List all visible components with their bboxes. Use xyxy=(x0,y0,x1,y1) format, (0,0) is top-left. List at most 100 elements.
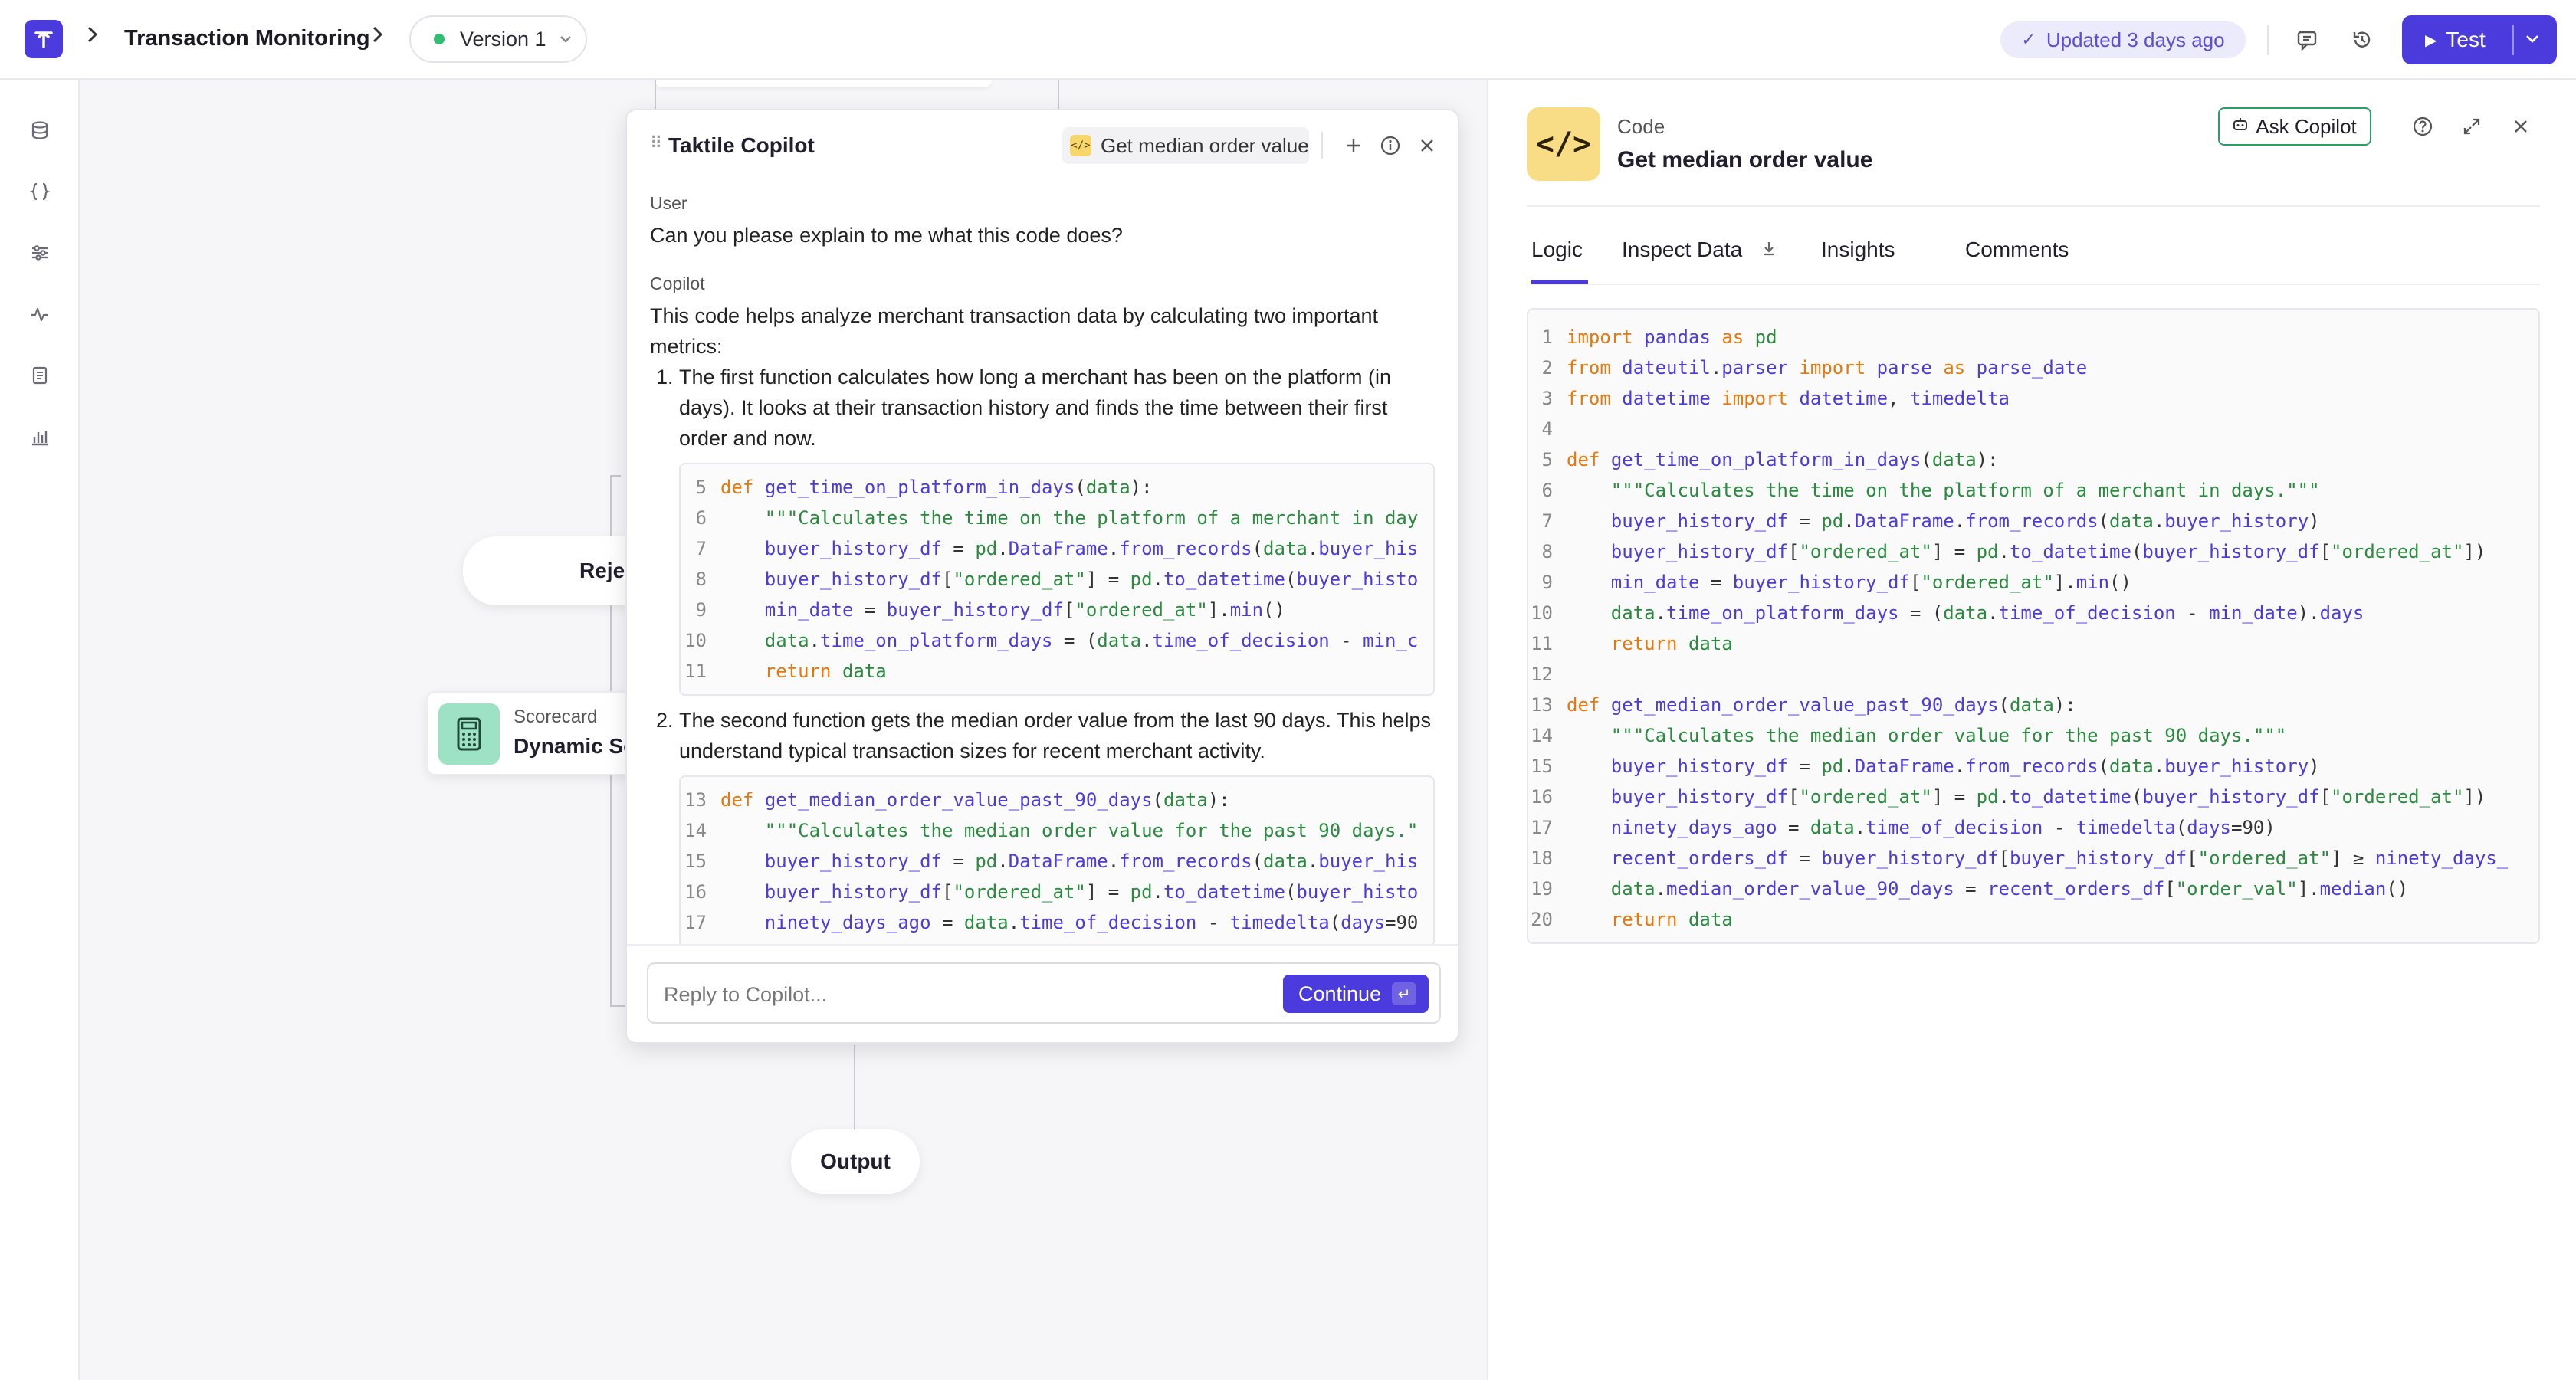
line-number: 7 xyxy=(695,538,707,559)
panel-tabs: Logic Inspect Data Insights Comments xyxy=(1527,230,2540,285)
code-line: 17 ninety_days_ago = data.time_of_decisi… xyxy=(681,907,1433,938)
expand-icon[interactable] xyxy=(2459,113,2485,139)
code-line: 9 min_date = buyer_history_df["ordered_a… xyxy=(681,595,1433,625)
tab-logic[interactable]: Logic xyxy=(1531,238,1588,284)
line-number: 11 xyxy=(1531,633,1553,654)
updated-label: Updated 3 days ago xyxy=(2046,28,2225,51)
code-line: 12 xyxy=(1528,659,2538,690)
reply-box: Continue ↵ xyxy=(647,962,1441,1024)
line-number: 14 xyxy=(684,820,707,841)
code-text: buyer_history_df["ordered_at"] = pd.to_d… xyxy=(1610,541,2486,562)
line-number: 20 xyxy=(1531,909,1553,930)
line-number: 14 xyxy=(1531,725,1553,746)
code-editor[interactable]: 1 import pandas as pd 2 from dateutil.parse… xyxy=(1527,308,2540,944)
history-icon[interactable] xyxy=(2348,26,2376,54)
edge xyxy=(610,475,621,477)
activity-icon[interactable] xyxy=(28,302,52,326)
chevron-down-icon[interactable] xyxy=(2525,29,2540,49)
play-icon: ▶ xyxy=(2425,31,2437,49)
sliders-icon[interactable] xyxy=(28,241,52,265)
copilot-conversation[interactable]: User Can you please explain to me what t… xyxy=(627,179,1458,952)
code-node-panel: </> Code Get median order value Ask Copi… xyxy=(1487,80,2576,1380)
line-number: 17 xyxy=(1531,817,1553,838)
code-icon: </> xyxy=(1527,107,1600,181)
copilot-title: Taktile Copilot xyxy=(668,133,815,157)
left-rail xyxy=(0,80,80,1380)
code-text: """Calculates the time on the platform o… xyxy=(1610,480,2320,501)
code-text: data.time_on_platform_days = (data.time_… xyxy=(764,630,1419,651)
breadcrumb-chevron-icon xyxy=(84,23,101,52)
tab-insights[interactable]: Insights xyxy=(1821,238,1895,284)
code-line: 11 return data xyxy=(681,656,1433,687)
close-icon[interactable] xyxy=(1415,133,1439,158)
divider xyxy=(2267,25,2269,55)
code-text: buyer_history_df = pd.DataFrame.from_rec… xyxy=(764,538,1419,559)
reply-input[interactable] xyxy=(664,979,1231,1010)
code-line: 15 buyer_history_df = pd.DataFrame.from_… xyxy=(681,846,1433,877)
tab-comments[interactable]: Comments xyxy=(1965,238,2069,284)
message-role-user: User xyxy=(650,193,687,213)
bar-chart-icon[interactable] xyxy=(28,424,52,449)
line-number: 6 xyxy=(1541,480,1553,501)
taktile-logo-icon[interactable] xyxy=(25,20,63,58)
document-icon[interactable] xyxy=(28,363,52,388)
robot-icon xyxy=(2233,117,2248,136)
help-icon[interactable] xyxy=(2410,113,2436,139)
line-number: 9 xyxy=(1541,572,1553,593)
output-node[interactable]: Output xyxy=(791,1129,920,1194)
divider xyxy=(1527,205,2540,207)
list-item: 1. The first function calculates how lon… xyxy=(650,362,1435,454)
list-item: 2. The second function gets the median o… xyxy=(650,705,1435,766)
line-number: 5 xyxy=(1541,449,1553,470)
code-line: 7 buyer_history_df = pd.DataFrame.from_r… xyxy=(681,533,1433,564)
code-line: 2 from dateutil.parser import parse as pa… xyxy=(1528,352,2538,383)
edge xyxy=(1058,80,1059,110)
continue-label: Continue xyxy=(1298,982,1382,1005)
line-number: 13 xyxy=(1531,694,1553,716)
drag-handle-icon[interactable]: ⠿ xyxy=(650,133,662,153)
code-line: 7 buyer_history_df = pd.DataFrame.from_r… xyxy=(1528,506,2538,536)
list-item-text: The second function gets the median orde… xyxy=(679,709,1432,762)
line-number: 12 xyxy=(1531,664,1553,685)
ask-copilot-button[interactable]: Ask Copilot xyxy=(2218,107,2371,146)
database-icon[interactable] xyxy=(28,118,52,143)
scorecard-node-title: Dynamic Sc xyxy=(514,734,635,758)
code-snippet[interactable]: 13 def get_median_order_value_past_90_day… xyxy=(679,775,1435,947)
code-icon: </> xyxy=(1070,135,1091,156)
line-number: 16 xyxy=(684,881,707,903)
breadcrumb-flow-title[interactable]: Transaction Monitoring xyxy=(124,26,370,51)
line-number: 6 xyxy=(695,507,707,529)
check-icon: ✓ xyxy=(2021,30,2036,49)
context-chip[interactable]: </> Get median order value xyxy=(1062,127,1309,164)
edge xyxy=(610,1005,625,1007)
code-text: def get_time_on_platform_in_days(data): xyxy=(720,477,1153,498)
copilot-header: ⠿ Taktile Copilot </> Get median order v… xyxy=(627,110,1458,179)
test-button[interactable]: ▶ Test xyxy=(2402,15,2557,64)
close-icon[interactable] xyxy=(2508,113,2534,139)
code-braces-icon[interactable] xyxy=(28,179,52,204)
copilot-intro: This code helps analyze merchant transac… xyxy=(650,304,1379,358)
node-title[interactable]: Get median order value xyxy=(1617,147,1872,173)
continue-button[interactable]: Continue ↵ xyxy=(1283,975,1429,1013)
tab-inspect-data[interactable]: Inspect Data xyxy=(1622,238,1777,284)
copilot-footer: Continue ↵ xyxy=(627,944,1458,1042)
version-selector[interactable]: Version 1 xyxy=(409,15,587,63)
code-text: recent_orders_df = buyer_history_df[buye… xyxy=(1610,847,2509,869)
comments-icon[interactable] xyxy=(2293,26,2321,54)
line-number: 15 xyxy=(1531,756,1553,777)
list-number: 1. xyxy=(656,365,674,388)
line-number: 11 xyxy=(684,660,707,682)
download-icon[interactable] xyxy=(1761,241,1777,261)
plus-icon[interactable] xyxy=(1341,133,1366,158)
line-number: 5 xyxy=(695,477,707,498)
info-icon[interactable] xyxy=(1378,133,1403,158)
calculator-icon xyxy=(438,703,500,765)
code-line: 13 def get_median_order_value_past_90_day… xyxy=(1528,690,2538,720)
node-stub xyxy=(655,80,992,87)
line-number: 17 xyxy=(684,912,707,933)
code-line: 6 """Calculates the time on the platform… xyxy=(681,503,1433,533)
tab-label: Insights xyxy=(1821,238,1895,261)
code-snippet[interactable]: 5 def get_time_on_platform_in_days(data):… xyxy=(679,463,1435,696)
code-text: """Calculates the median order value for… xyxy=(1610,725,2287,746)
code-line: 19 data.median_order_value_90_days = rec… xyxy=(1528,874,2538,904)
